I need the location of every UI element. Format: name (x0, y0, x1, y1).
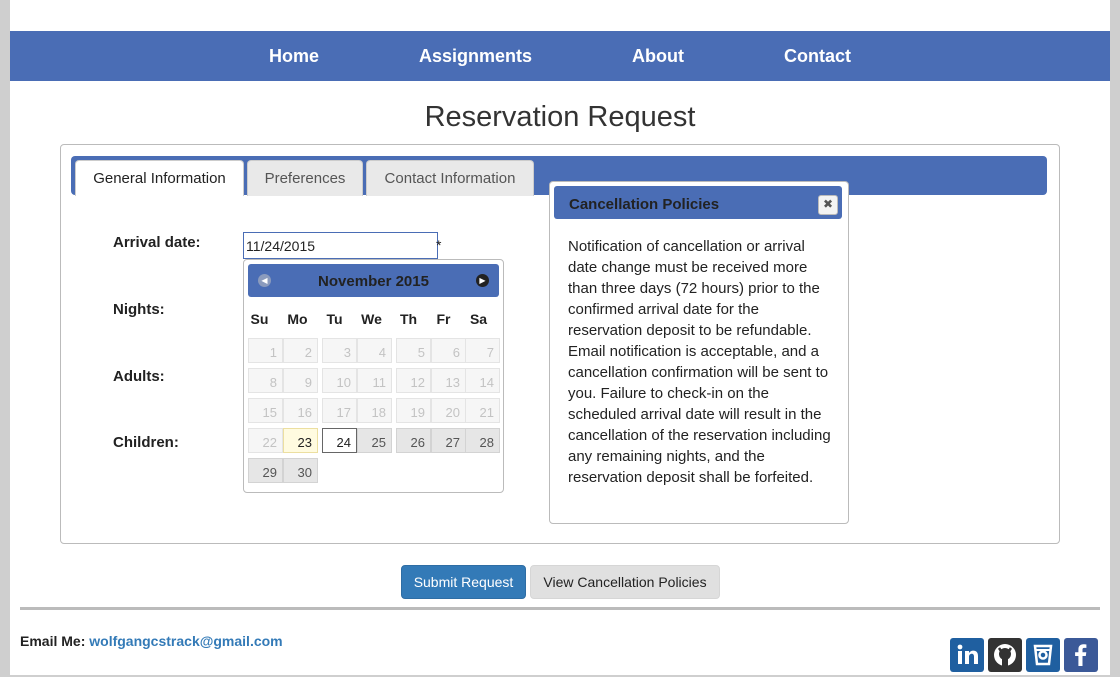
calendar-day: 17 (322, 398, 357, 423)
nav-assignments[interactable]: Assignments (419, 46, 532, 67)
email-label: Email Me: (20, 633, 86, 649)
weekday-header: Fr (436, 311, 451, 327)
dialog-body: Notification of cancellation or arrival … (568, 238, 831, 486)
calendar-day[interactable]: 28 (465, 428, 500, 453)
calendar-day: 19 (396, 398, 431, 423)
calendar-day: 6 (431, 338, 466, 363)
weekday-header: Su (250, 311, 269, 327)
codeeval-icon[interactable] (1026, 638, 1060, 672)
datepicker-month-title: November 2015 (318, 273, 429, 290)
calendar-day: 15 (248, 398, 283, 423)
calendar-day[interactable]: 27 (431, 428, 466, 453)
calendar-day: 5 (396, 338, 431, 363)
calendar-day: 12 (396, 368, 431, 393)
calendar-day[interactable]: 29 (248, 458, 283, 483)
view-cancellation-policies-button[interactable]: View Cancellation Policies (530, 565, 720, 599)
weekday-header: Tu (326, 311, 343, 327)
email-line: Email Me: wolfgangcstrack@gmail.com (20, 633, 283, 649)
dialog-titlebar: Cancellation Policies ✖ (554, 186, 842, 219)
nav-contact[interactable]: Contact (784, 46, 851, 67)
adults-label: Adults: (113, 368, 165, 385)
calendar-day: 2 (283, 338, 318, 363)
footer-divider (20, 607, 1100, 610)
calendar-day: 13 (431, 368, 466, 393)
facebook-icon[interactable] (1064, 638, 1098, 672)
calendar-day[interactable]: 24 (322, 428, 357, 453)
calendar-day: 20 (431, 398, 466, 423)
calendar-day: 1 (248, 338, 283, 363)
calendar-day: 8 (248, 368, 283, 393)
calendar-day: 3 (322, 338, 357, 363)
datepicker: ◀ November 2015 ▶ Su Mo Tu We Th Fr Sa 1 2 3 4 5 6 7 8… (243, 259, 504, 493)
calendar-day: 7 (465, 338, 500, 363)
tab-general-information[interactable]: General Information (75, 160, 244, 196)
linkedin-icon[interactable] (950, 638, 984, 672)
calendar-day[interactable]: 25 (357, 428, 392, 453)
page-title: Reservation Request (424, 101, 696, 133)
required-mark: * (436, 237, 442, 253)
submit-request-button[interactable]: Submit Request (401, 565, 526, 599)
dialog-title: Cancellation Policies (569, 196, 720, 213)
calendar-day: 10 (322, 368, 357, 393)
top-nav: Home Assignments About Contact (10, 31, 1110, 81)
arrival-date-label: Arrival date: (113, 234, 201, 251)
calendar-day[interactable]: 26 (396, 428, 431, 453)
children-label: Children: (113, 434, 179, 451)
weekday-header: Sa (469, 311, 488, 327)
close-icon[interactable]: ✖ (818, 195, 838, 215)
cancellation-dialog: Cancellation Policies ✖ Notification of … (549, 181, 849, 524)
nights-label: Nights: (113, 301, 165, 318)
calendar-day: 9 (283, 368, 318, 393)
next-month-icon[interactable]: ▶ (476, 274, 489, 287)
calendar-day: 16 (283, 398, 318, 423)
calendar-day: 18 (357, 398, 392, 423)
calendar-day: 22 (248, 428, 283, 453)
page: Home Assignments About Contact Reservati… (10, 0, 1110, 675)
github-icon[interactable] (988, 638, 1022, 672)
tab-preferences[interactable]: Preferences (247, 160, 363, 196)
weekday-header: Th (399, 311, 418, 327)
weekday-header: We (361, 311, 382, 327)
calendar-day: 11 (357, 368, 392, 393)
calendar-day: 4 (357, 338, 392, 363)
calendar-day[interactable]: 23 (283, 428, 318, 453)
calendar-day: 21 (465, 398, 500, 423)
calendar-day: 14 (465, 368, 500, 393)
calendar-day[interactable]: 30 (283, 458, 318, 483)
weekday-header: Mo (287, 311, 308, 327)
tab-contact-information[interactable]: Contact Information (366, 160, 534, 196)
nav-home[interactable]: Home (269, 46, 319, 67)
arrival-date-input[interactable] (243, 232, 438, 259)
nav-about[interactable]: About (632, 46, 684, 67)
email-link[interactable]: wolfgangcstrack@gmail.com (89, 633, 282, 649)
datepicker-header: ◀ November 2015 ▶ (248, 264, 499, 297)
